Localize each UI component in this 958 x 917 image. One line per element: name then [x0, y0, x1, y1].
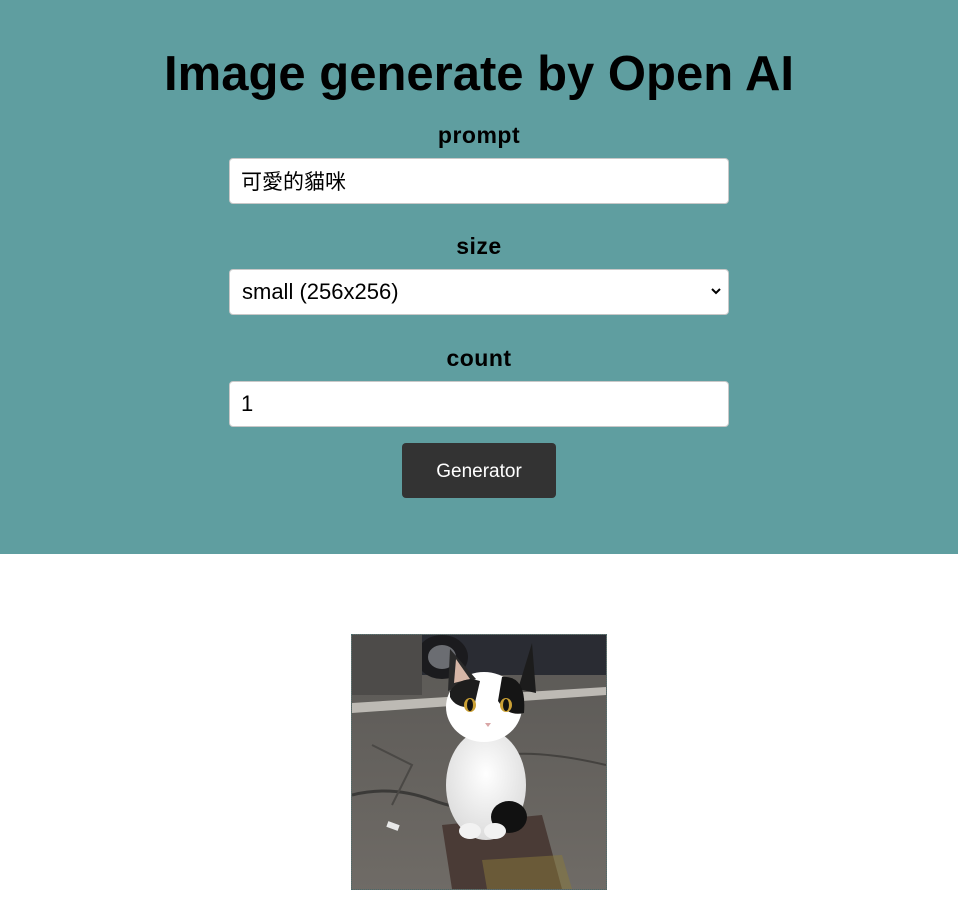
page-title: Image generate by Open AI — [164, 47, 794, 101]
count-label: count — [446, 345, 512, 371]
size-label: size — [456, 233, 502, 259]
generated-cat-image — [351, 634, 607, 890]
header-panel: Image generate by Open AI prompt size sm… — [0, 0, 958, 554]
prompt-input[interactable] — [229, 158, 729, 204]
cat-photo-illustration — [352, 635, 606, 889]
generator-button[interactable]: Generator — [402, 443, 556, 498]
prompt-label: prompt — [437, 122, 521, 148]
chevron-down-icon — [711, 288, 721, 295]
size-selected-value: small (256x256) — [242, 279, 399, 304]
size-select[interactable]: small (256x256) — [229, 269, 729, 315]
count-input[interactable] — [229, 381, 729, 427]
